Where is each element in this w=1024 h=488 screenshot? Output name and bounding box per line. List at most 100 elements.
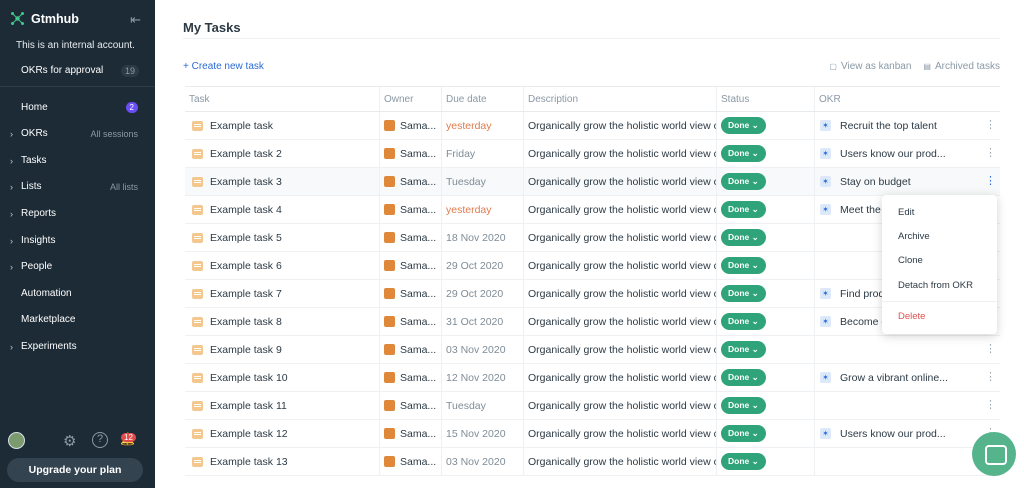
sidebar-item-tasks[interactable]: › Tasks — [10, 155, 138, 166]
status-badge[interactable]: Done ⌄ — [721, 425, 766, 442]
table-row[interactable]: Example task 6 Sama... 29 Oct 2020 Organica… — [185, 251, 1000, 280]
task-name[interactable]: Example task 12 — [210, 428, 288, 440]
okr-name[interactable]: Recruit the top talent — [840, 120, 937, 132]
task-name[interactable]: Example task 10 — [210, 372, 288, 384]
task-cell[interactable]: Example task 5 — [185, 223, 380, 252]
task-name[interactable]: Example task 5 — [210, 232, 282, 244]
task-name[interactable]: Example task 3 — [210, 176, 282, 188]
task-name[interactable]: Example task 11 — [210, 400, 287, 412]
gear-icon[interactable]: ⚙ — [63, 432, 76, 450]
status-badge[interactable]: Done ⌄ — [721, 285, 766, 302]
column-header-description[interactable]: Description — [524, 87, 717, 111]
menu-item-edit[interactable]: Edit — [898, 207, 914, 218]
more-options-icon[interactable]: ⋮ — [985, 371, 996, 382]
collapse-sidebar-icon[interactable]: ⇤ — [130, 12, 141, 28]
more-options-icon[interactable]: ⋮ — [985, 343, 996, 354]
more-options-icon[interactable]: ⋮ — [985, 119, 996, 130]
upgrade-plan-button[interactable]: Upgrade your plan — [7, 458, 143, 482]
table-row[interactable]: Example task 9 Sama... 03 Nov 2020 Organica… — [185, 335, 1000, 364]
more-options-icon[interactable]: ⋮ — [985, 147, 996, 158]
column-header-okr[interactable]: OKR — [815, 87, 1000, 111]
table-row[interactable]: Example task 5 Sama... 18 Nov 2020 Organica… — [185, 223, 1000, 252]
table-row[interactable]: Example task 13 Sama... 03 Nov 2020 Organic… — [185, 447, 1000, 476]
task-cell[interactable]: Example task 3 — [185, 167, 380, 196]
column-header-due-date[interactable]: Due date — [442, 87, 524, 111]
brand[interactable]: Gtmhub — [10, 11, 79, 26]
table-row[interactable]: Example task 12 Sama... 15 Nov 2020 Organic… — [185, 419, 1000, 448]
task-cell[interactable]: Example task 6 — [185, 251, 380, 280]
task-cell[interactable]: Example task 13 — [185, 447, 380, 476]
menu-item-clone[interactable]: Clone — [898, 255, 923, 266]
more-options-icon[interactable]: ⋮ — [985, 399, 996, 410]
okr-name[interactable]: Users know our prod... — [840, 148, 946, 160]
status-badge[interactable]: Done ⌄ — [721, 173, 766, 190]
sidebar-item-okrs[interactable]: › OKRs All sessions — [10, 128, 138, 139]
lists-filter[interactable]: All lists — [110, 182, 138, 192]
status-badge[interactable]: Done ⌄ — [721, 397, 766, 414]
task-cell[interactable]: Example task 9 — [185, 335, 380, 364]
status-badge[interactable]: Done ⌄ — [721, 257, 766, 274]
more-options-icon[interactable]: ⋮ — [985, 175, 996, 186]
table-row[interactable]: Example task 11 Sama... Tuesday Organically… — [185, 391, 1000, 420]
okrs-for-approval-link[interactable]: OKRs for approval 19 — [21, 65, 139, 77]
okrs-sessions-filter[interactable]: All sessions — [90, 129, 138, 139]
table-row[interactable]: Example task 3 Sama... Tuesday Organically … — [185, 167, 1000, 196]
task-cell[interactable]: Example task 7 — [185, 279, 380, 308]
table-row[interactable]: Example task Sama... yesterday Organically … — [185, 111, 1000, 140]
avatar[interactable] — [8, 432, 25, 449]
sidebar-item-lists[interactable]: › Lists All lists — [10, 181, 138, 192]
status-label: Done — [728, 232, 750, 242]
sidebar-item-insights[interactable]: › Insights — [10, 235, 138, 246]
status-badge[interactable]: Done ⌄ — [721, 341, 766, 358]
okr-name[interactable]: Become c — [840, 316, 887, 328]
archived-tasks-link[interactable]: ▤ Archived tasks — [923, 61, 1000, 72]
sidebar-item-marketplace[interactable]: Marketplace — [10, 314, 138, 325]
status-badge[interactable]: Done ⌄ — [721, 201, 766, 218]
menu-item-delete[interactable]: Delete — [898, 311, 925, 322]
task-cell[interactable]: Example task 10 — [185, 363, 380, 392]
column-header-status[interactable]: Status — [717, 87, 815, 111]
table-row[interactable]: Example task 2 Sama... Friday Organically g… — [185, 139, 1000, 168]
task-name[interactable]: Example task — [210, 120, 273, 132]
menu-item-detach[interactable]: Detach from OKR — [898, 280, 973, 291]
okr-name[interactable]: Users know our prod... — [840, 428, 946, 440]
table-row[interactable]: Example task 10 Sama... 12 Nov 2020 Organic… — [185, 363, 1000, 392]
status-badge[interactable]: Done ⌄ — [721, 229, 766, 246]
view-kanban-link[interactable]: ▢ View as kanban — [829, 61, 911, 72]
task-name[interactable]: Example task 8 — [210, 316, 282, 328]
status-badge[interactable]: Done ⌄ — [721, 453, 766, 470]
table-row[interactable]: Example task 7 Sama... 29 Oct 2020 Organica… — [185, 279, 1000, 308]
task-name[interactable]: Example task 13 — [210, 456, 288, 468]
status-badge[interactable]: Done ⌄ — [721, 145, 766, 162]
task-name[interactable]: Example task 7 — [210, 288, 282, 300]
sidebar-item-home[interactable]: Home 2 — [10, 102, 138, 113]
sidebar-item-automation[interactable]: Automation — [10, 288, 138, 299]
task-name[interactable]: Example task 2 — [210, 148, 282, 160]
table-row[interactable]: Example task 8 Sama... 31 Oct 2020 Organica… — [185, 307, 1000, 336]
sidebar-item-people[interactable]: › People — [10, 261, 138, 272]
task-cell[interactable]: Example task — [185, 111, 380, 140]
task-cell[interactable]: Example task 11 — [185, 391, 380, 420]
task-cell[interactable]: Example task 12 — [185, 419, 380, 448]
task-name[interactable]: Example task 9 — [210, 344, 282, 356]
create-task-link[interactable]: + Create new task — [183, 61, 264, 72]
task-cell[interactable]: Example task 2 — [185, 139, 380, 168]
help-icon[interactable]: ? — [92, 432, 108, 448]
owner-avatar-icon — [384, 400, 395, 411]
okr-name[interactable]: Grow a vibrant online... — [840, 372, 948, 384]
status-badge[interactable]: Done ⌄ — [721, 369, 766, 386]
task-cell[interactable]: Example task 4 — [185, 195, 380, 224]
sidebar-item-reports[interactable]: › Reports — [10, 208, 138, 219]
column-header-task[interactable]: Task — [185, 87, 380, 111]
chat-launcher-button[interactable] — [972, 432, 1016, 476]
sidebar-item-experiments[interactable]: › Experiments — [10, 341, 138, 352]
status-badge[interactable]: Done ⌄ — [721, 313, 766, 330]
status-badge[interactable]: Done ⌄ — [721, 117, 766, 134]
table-row[interactable]: Example task 4 Sama... yesterday Organicall… — [185, 195, 1000, 224]
column-header-owner[interactable]: Owner — [380, 87, 442, 111]
task-name[interactable]: Example task 6 — [210, 260, 282, 272]
task-name[interactable]: Example task 4 — [210, 204, 282, 216]
task-cell[interactable]: Example task 8 — [185, 307, 380, 336]
okr-name[interactable]: Stay on budget — [840, 176, 911, 188]
menu-item-archive[interactable]: Archive — [898, 231, 930, 242]
